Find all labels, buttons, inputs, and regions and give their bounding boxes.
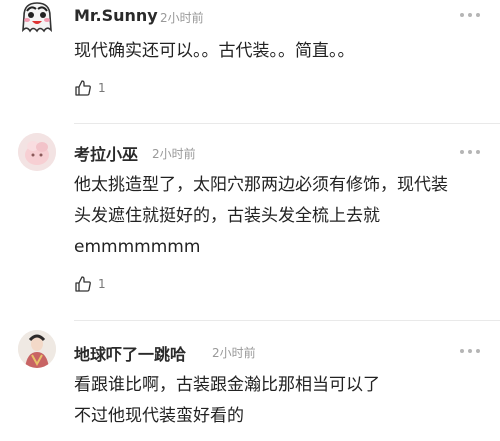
comment-item: 地球吓了一跳哈 2小时前 看跟谁比啊，古装跟金瀚比那相当可以了 不过他现代装蛮好… [0, 321, 500, 441]
timestamp: 2小时前 [152, 147, 196, 161]
like-button[interactable]: 1 [74, 79, 106, 97]
like-count: 1 [98, 277, 106, 291]
comment-item: 考拉小巫 2小时前 他太挑造型了，太阳穴那两边必须有修饰，现代装 头发遮住就挺好… [0, 124, 500, 320]
thumbs-up-icon [75, 80, 91, 96]
comment-text: 现代确实还可以。。古代装。。简直。。 [74, 36, 355, 67]
username[interactable]: Mr.Sunny [74, 6, 158, 25]
pink-blob-avatar-icon [18, 133, 56, 171]
more-dots-icon[interactable] [460, 148, 480, 156]
more-dots-icon[interactable] [460, 11, 480, 19]
timestamp: 2小时前 [160, 11, 204, 25]
cartoon-ghost-avatar-icon [22, 2, 52, 33]
thumbs-up-icon [75, 276, 91, 292]
username[interactable]: 考拉小巫 [74, 141, 138, 165]
like-button[interactable]: 1 [74, 275, 106, 293]
timestamp: 2小时前 [212, 346, 256, 360]
avatar[interactable] [18, 0, 56, 38]
comment-line: 头发遮住就挺好的，古装头发全梳上去就 [74, 206, 380, 226]
like-count: 1 [98, 81, 106, 95]
costume-figure-avatar-icon [18, 330, 56, 368]
comment-line: 他太挑造型了，太阳穴那两边必须有修饰，现代装 [74, 175, 448, 195]
comment-text: 看跟谁比啊，古装跟金瀚比那相当可以了 不过他现代装蛮好看的 [74, 370, 380, 432]
comment-line: 不过他现代装蛮好看的 [74, 406, 244, 426]
avatar[interactable] [18, 133, 56, 171]
avatar[interactable] [18, 330, 56, 368]
more-dots-icon[interactable] [460, 347, 480, 355]
comment-line: 现代确实还可以。。古代装。。简直。。 [74, 41, 355, 61]
comment-line: 看跟谁比啊，古装跟金瀚比那相当可以了 [74, 375, 380, 395]
comment-item: Mr.Sunny 2小时前 现代确实还可以。。古代装。。简直。。 1 [0, 0, 500, 124]
username[interactable]: 地球吓了一跳哈 [74, 341, 186, 365]
comment-line: emmmmmmm [74, 237, 201, 257]
comment-text: 他太挑造型了，太阳穴那两边必须有修饰，现代装 头发遮住就挺好的，古装头发全梳上去… [74, 170, 448, 263]
